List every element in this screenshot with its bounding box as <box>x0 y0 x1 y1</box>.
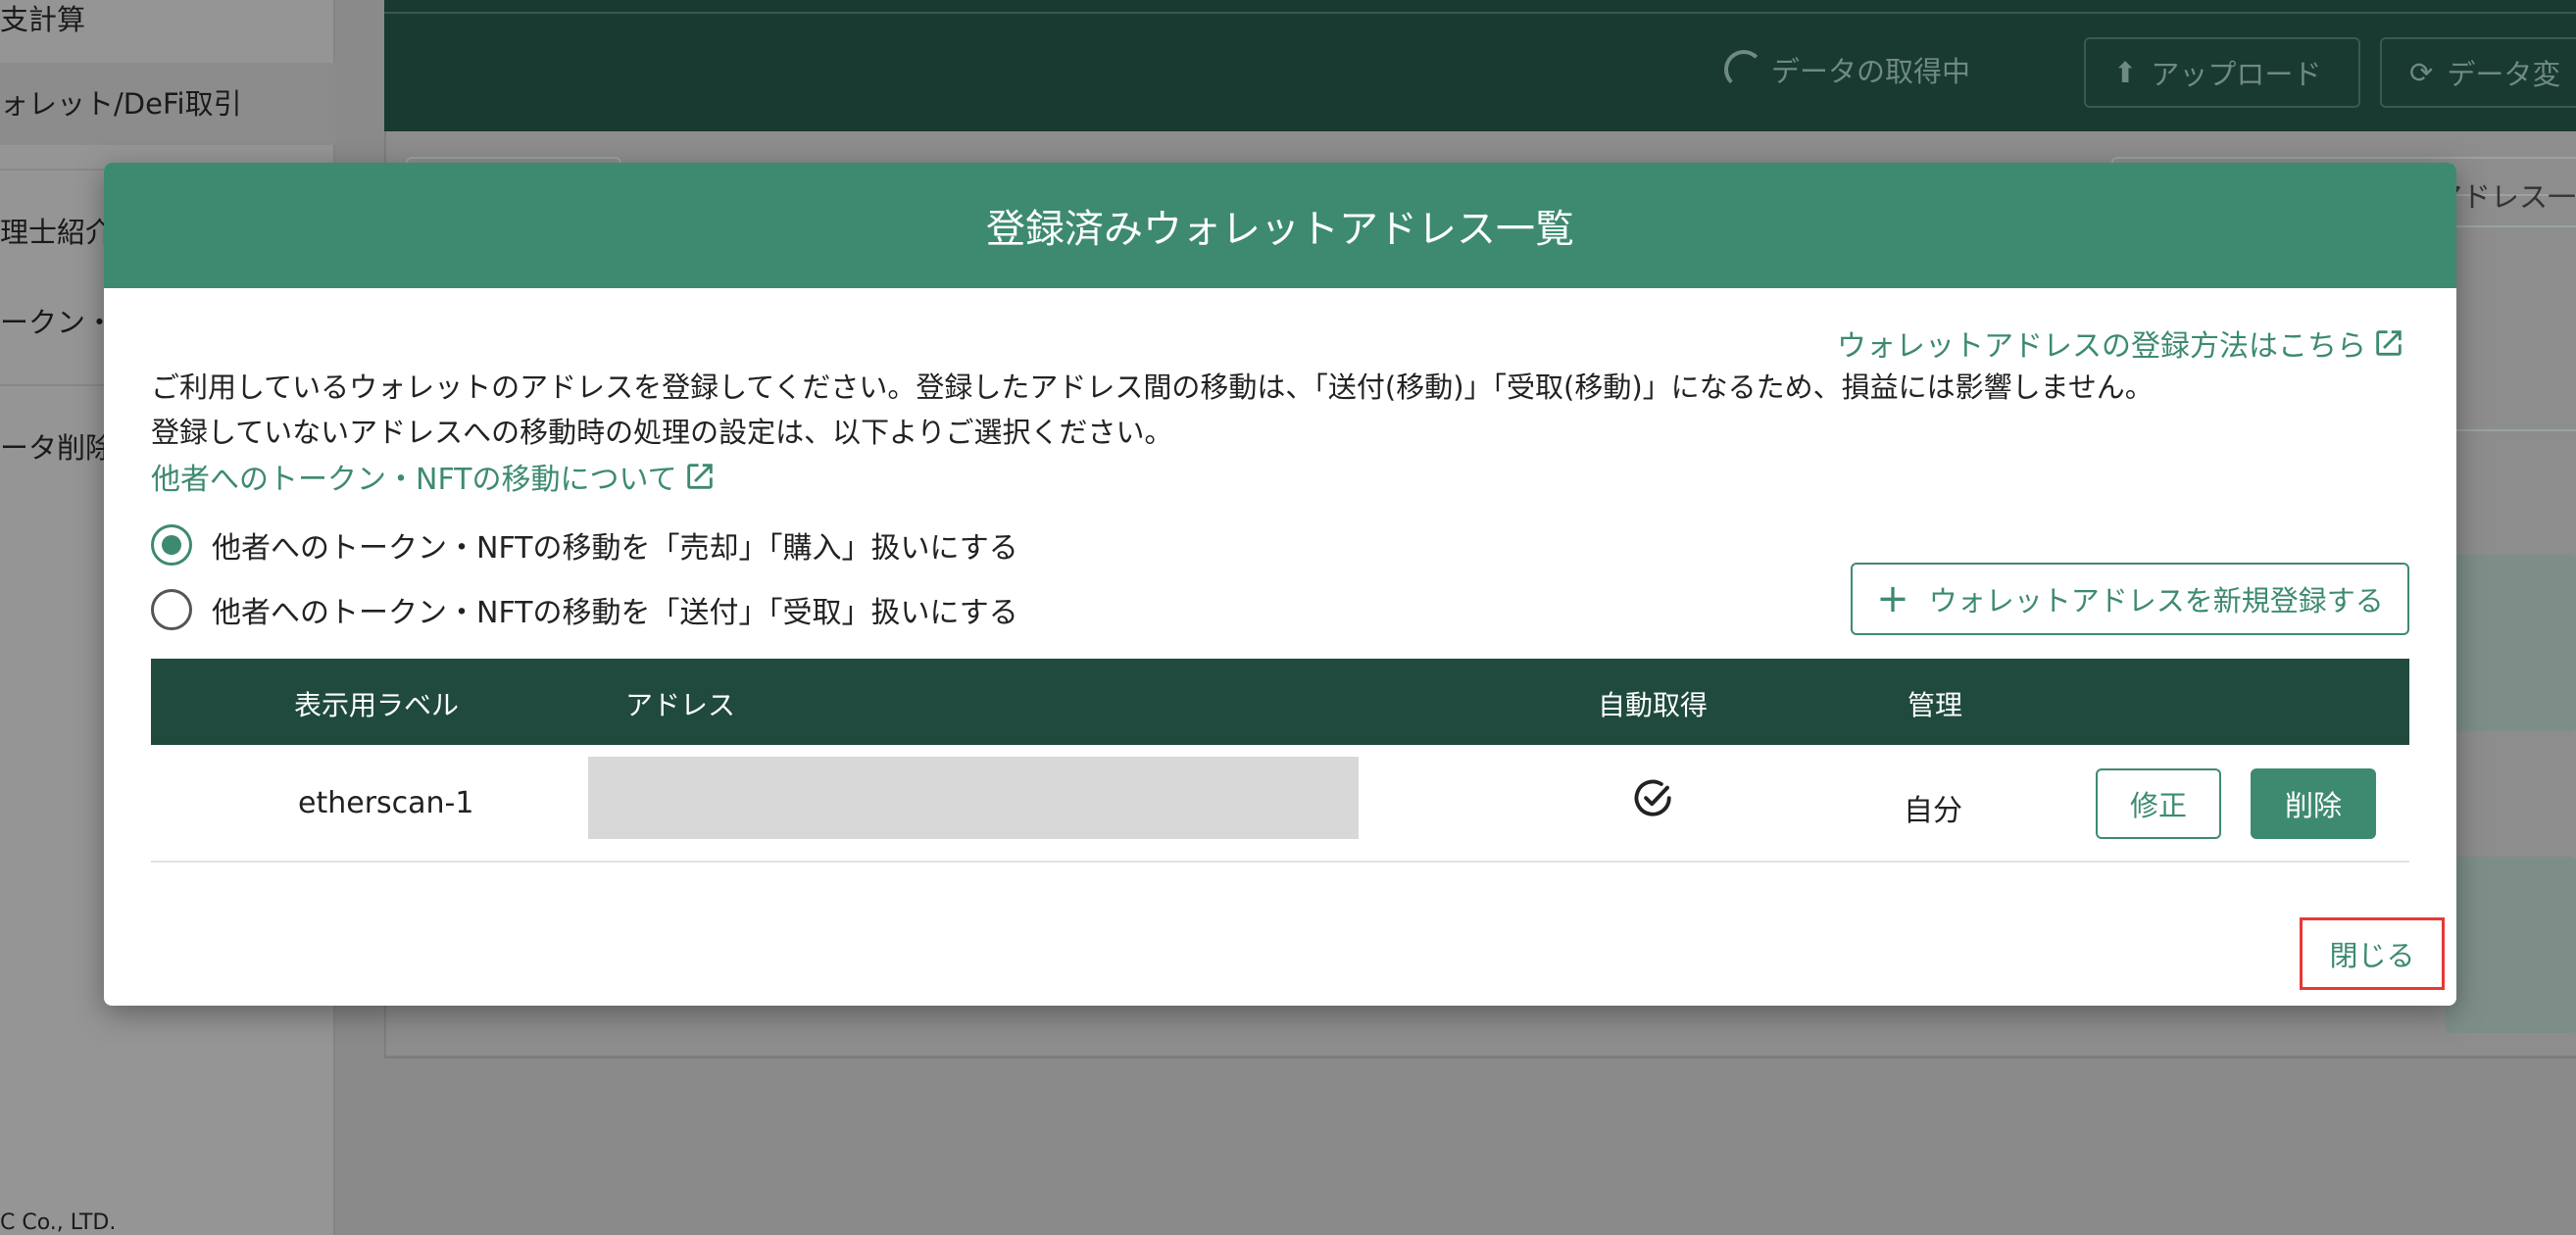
add-wallet-address-button[interactable]: + ウォレットアドレスを新規登録する <box>1851 563 2409 635</box>
footer-copyright: C Co., LTD. <box>0 1210 117 1235</box>
refresh-icon: ⟳ <box>2409 56 2434 89</box>
refresh-data-button[interactable]: ⟳ データ変 <box>2380 37 2576 108</box>
radio-button-checked[interactable] <box>151 524 192 566</box>
wallet-owner: 自分 <box>1904 794 1962 828</box>
modal-body: ウォレットアドレスの登録方法はこちら ご利用しているウォレットのアドレスを登録し… <box>104 163 2456 1006</box>
wallet-table: 表示用ラベル アドレス 自動取得 管理 etherscan-1 自分 修正 削除 <box>151 659 2409 863</box>
table-header: 表示用ラベル アドレス 自動取得 管理 <box>151 659 2409 745</box>
app-header: データの取得中 ⬆ アップロード ⟳ データ変 <box>384 0 2576 131</box>
wallet-address-modal: 登録済みウォレットアドレス一覧 ウォレットアドレスの登録方法はこちら ご利用して… <box>104 163 2456 1006</box>
token-transfer-info-link[interactable]: 他者へのトークン・NFTの移動について <box>151 455 717 498</box>
loading-status: データの取得中 <box>1723 49 1970 90</box>
radio-option-sell-buy[interactable]: 他者へのトークン・NFTの移動を「売却」「購入」扱いにする <box>151 523 1018 567</box>
radio-option-send-receive[interactable]: 他者へのトークン・NFTの移動を「送付」「受取」扱いにする <box>151 588 1018 631</box>
upload-button[interactable]: ⬆ アップロード <box>2084 37 2360 108</box>
spinner-icon <box>1723 50 1763 89</box>
table-row: etherscan-1 自分 修正 削除 <box>151 745 2409 863</box>
external-link-icon <box>686 464 713 489</box>
upload-icon: ⬆ <box>2113 56 2138 89</box>
column-header-auto-fetch: 自動取得 <box>1598 689 1709 721</box>
plus-icon: + <box>1876 576 1909 621</box>
close-button[interactable]: 閉じる <box>2300 917 2445 990</box>
delete-button[interactable]: 削除 <box>2251 768 2376 839</box>
registration-help-link[interactable]: ウォレットアドレスの登録方法はこちら <box>1837 321 2405 365</box>
column-header-address: アドレス <box>625 689 736 721</box>
check-circle-icon <box>1634 779 1671 816</box>
column-header-label: 表示用ラベル <box>294 689 460 721</box>
description-line: ご利用しているウォレットのアドレスを登録してください。登録したアドレス間の移動は… <box>151 370 2154 404</box>
description-line: 登録していないアドレスへの移動時の処理の設定は、以下よりご選択ください。 <box>151 416 1173 449</box>
column-header-manage: 管理 <box>1907 689 1963 721</box>
sidebar-item-calc[interactable]: 支計算 <box>0 0 335 39</box>
address-redacted <box>588 757 1359 839</box>
edit-button[interactable]: 修正 <box>2096 768 2221 839</box>
wallet-label: etherscan-1 <box>298 786 474 820</box>
sidebar-item-wallet-defi[interactable]: ォレット/DeFi取引 <box>0 63 335 145</box>
radio-button[interactable] <box>151 589 192 630</box>
external-link-icon <box>2376 330 2402 356</box>
